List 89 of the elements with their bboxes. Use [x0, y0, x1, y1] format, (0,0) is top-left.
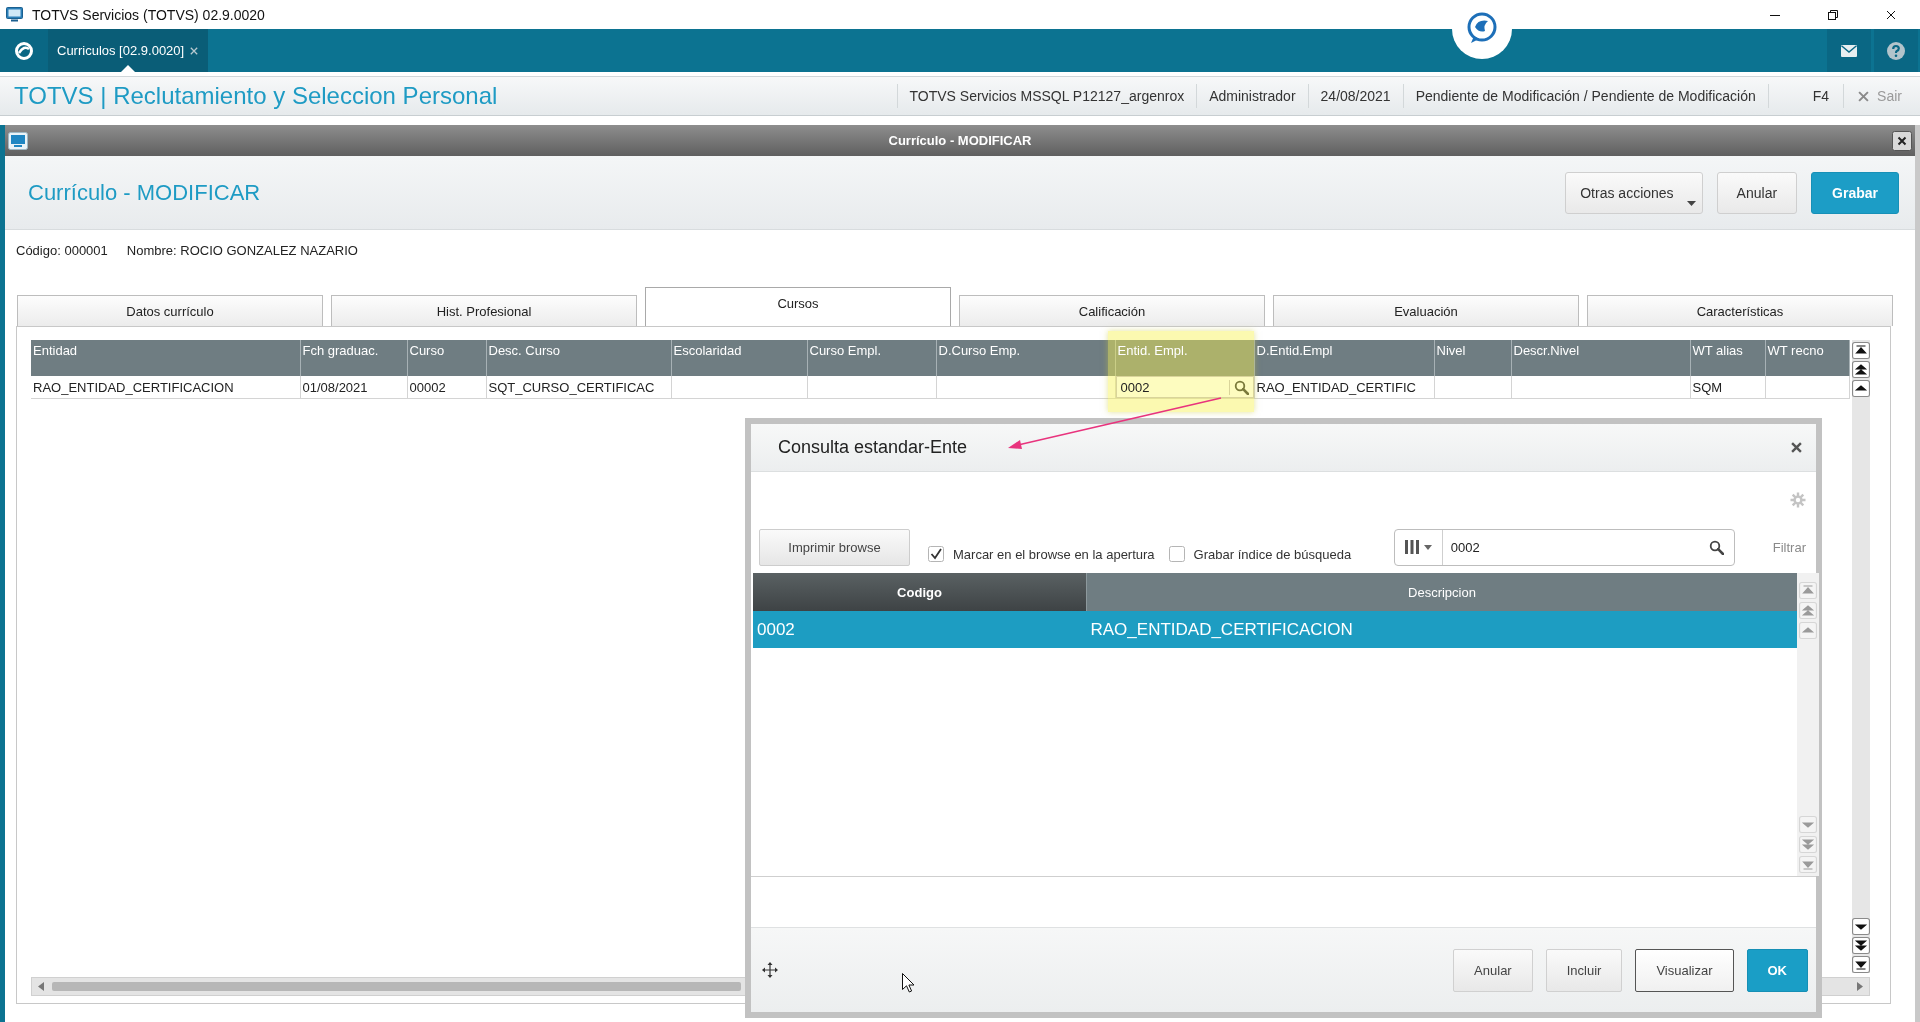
tab[interactable]: Calificación: [959, 295, 1265, 326]
home-button[interactable]: [0, 29, 48, 72]
checkbox[interactable]: [1168, 546, 1185, 562]
caret-icon: [1686, 200, 1696, 206]
monitor-icon: [8, 131, 28, 150]
scroll-down-icon[interactable]: [1852, 918, 1870, 935]
column-header[interactable]: Entidad: [31, 340, 300, 376]
app-title: TOTVS | Reclutamiento y Seleccion Personal: [14, 82, 498, 110]
table-cell: 01/08/2021: [300, 376, 407, 399]
column-header[interactable]: Entid. Empl.: [1115, 340, 1254, 376]
status-info: Pendiente de Modificación / Pendiente de Modificación: [1402, 84, 1768, 108]
column-header[interactable]: Nivel: [1434, 340, 1511, 376]
column-header[interactable]: Fch graduac.: [300, 340, 407, 376]
tab[interactable]: Cursos: [645, 287, 951, 326]
table-row[interactable]: 0002 RAO_ENTIDAD_CERTIFICACION: [753, 611, 1797, 648]
column-header[interactable]: Desc. Curso: [486, 340, 671, 376]
help-button[interactable]: [1874, 29, 1918, 72]
column-header[interactable]: Codigo: [753, 573, 1087, 611]
column-header[interactable]: D.Curso Emp.: [936, 340, 1115, 376]
right-arrow-icon[interactable]: [1857, 982, 1863, 991]
column-header[interactable]: Curso Empl.: [807, 340, 936, 376]
shortcut-label: F4: [1767, 84, 1844, 108]
left-arrow-icon[interactable]: [38, 982, 44, 991]
caret-icon: [1423, 544, 1432, 550]
tab[interactable]: Datos currículo: [17, 295, 323, 326]
mouse-pointer-icon: [902, 973, 915, 993]
column-header[interactable]: WT recno: [1765, 340, 1849, 376]
table-cell: RAO_ENTIDAD_CERTIFIC: [1254, 376, 1434, 399]
close-icon[interactable]: [1886, 9, 1896, 20]
status-info: TOTVS Servicios MSSQL P12127_argenrox: [896, 84, 1197, 108]
search-field[interactable]: 0002: [1393, 528, 1735, 566]
record-field: Código: 000001: [16, 243, 108, 259]
column-header[interactable]: Escolaridad: [671, 340, 807, 376]
window-title: Currículo - MODIFICAR: [887, 133, 1033, 148]
move-icon[interactable]: [762, 962, 778, 978]
page-up-icon[interactable]: [1852, 361, 1870, 378]
monitor-icon: [6, 7, 23, 22]
table-cell: RAO_ENTIDAD_CERTIFICACION: [1086, 611, 1797, 648]
search-icon[interactable]: [1233, 379, 1249, 395]
table-cell: 00002: [407, 376, 486, 399]
scroll-bottom-icon[interactable]: [1852, 956, 1870, 973]
table-cell: SQT_CURSO_CERTIFICAC: [486, 376, 671, 399]
maximize-icon[interactable]: [1828, 9, 1838, 20]
checkbox-label: Grabar índice de búsqueda: [1193, 546, 1352, 562]
exit-link[interactable]: Sair: [1843, 84, 1920, 108]
checkbox[interactable]: [928, 546, 944, 562]
action-button[interactable]: Visualizar: [1635, 948, 1734, 992]
help-icon: [1887, 41, 1905, 60]
primary-button[interactable]: Grabar: [1811, 171, 1899, 214]
mail-button[interactable]: [1827, 29, 1871, 72]
checkbox-label: Marcar en el browse en la apertura: [953, 546, 1155, 562]
tab[interactable]: Evaluación: [1273, 295, 1579, 326]
ring-logo-icon: [14, 40, 34, 61]
table-cell: 0002: [753, 611, 1087, 648]
primary-button[interactable]: OK: [1746, 948, 1808, 992]
window-title: TOTVS Servicios (TOTVS) 02.9.0020: [32, 6, 265, 23]
status-info: Administrador: [1196, 84, 1308, 108]
record-field: Nombre: ROCIO GONZALEZ NAZARIO: [126, 243, 358, 259]
scroll-top-icon[interactable]: [1852, 342, 1870, 359]
form-title: Currículo - MODIFICAR: [28, 179, 261, 206]
table-cell: RAO_ENTIDAD_CERTIFICACION: [31, 376, 300, 399]
dialog-title: Consulta estandar-Ente: [778, 437, 968, 458]
column-header[interactable]: Curso: [407, 340, 486, 376]
search-icon[interactable]: [1708, 539, 1724, 555]
print-button[interactable]: Imprimir browse: [759, 528, 910, 566]
column-header[interactable]: D.Entid.Empl: [1254, 340, 1434, 376]
page-down-icon[interactable]: [1852, 937, 1870, 954]
table-cell: SQM: [1690, 376, 1765, 399]
tab-pointer-icon: [121, 65, 136, 72]
column-header[interactable]: Descripcion: [1086, 573, 1797, 611]
columns-icon: [1404, 540, 1419, 554]
scroll-up-icon[interactable]: [1852, 380, 1870, 397]
tab[interactable]: Características: [1587, 295, 1893, 326]
action-button[interactable]: Anular: [1716, 171, 1798, 214]
action-button[interactable]: Anular: [1453, 948, 1533, 992]
menu-button[interactable]: Otras acciones: [1565, 171, 1703, 214]
envelope-icon: [1841, 44, 1857, 57]
close-icon[interactable]: [1791, 442, 1802, 453]
close-icon[interactable]: [1892, 130, 1912, 151]
close-icon: [1858, 90, 1870, 102]
column-header[interactable]: WT alias: [1690, 340, 1765, 376]
lookup-field[interactable]: 0002: [1115, 376, 1254, 398]
column-header[interactable]: Descr.Nivel: [1511, 340, 1690, 376]
filter-link[interactable]: Filtrar: [1772, 539, 1806, 555]
scrollbar-thumb[interactable]: [52, 982, 741, 991]
tab[interactable]: Hist. Profesional: [331, 295, 637, 326]
action-button[interactable]: Incluir: [1545, 948, 1623, 992]
status-info: 24/08/2021: [1307, 84, 1403, 108]
module-tab[interactable]: Curriculos [02.9.0020]: [48, 29, 209, 72]
